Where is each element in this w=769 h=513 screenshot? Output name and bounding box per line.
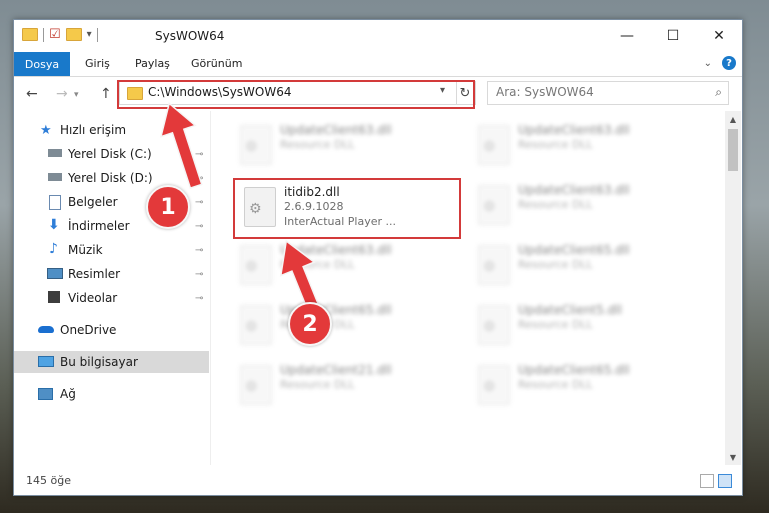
step-badge-1: 1: [146, 185, 190, 229]
step-badge-2: 2: [288, 302, 332, 346]
arrow-1: [159, 102, 203, 189]
annotation-arrows: [159, 102, 323, 319]
